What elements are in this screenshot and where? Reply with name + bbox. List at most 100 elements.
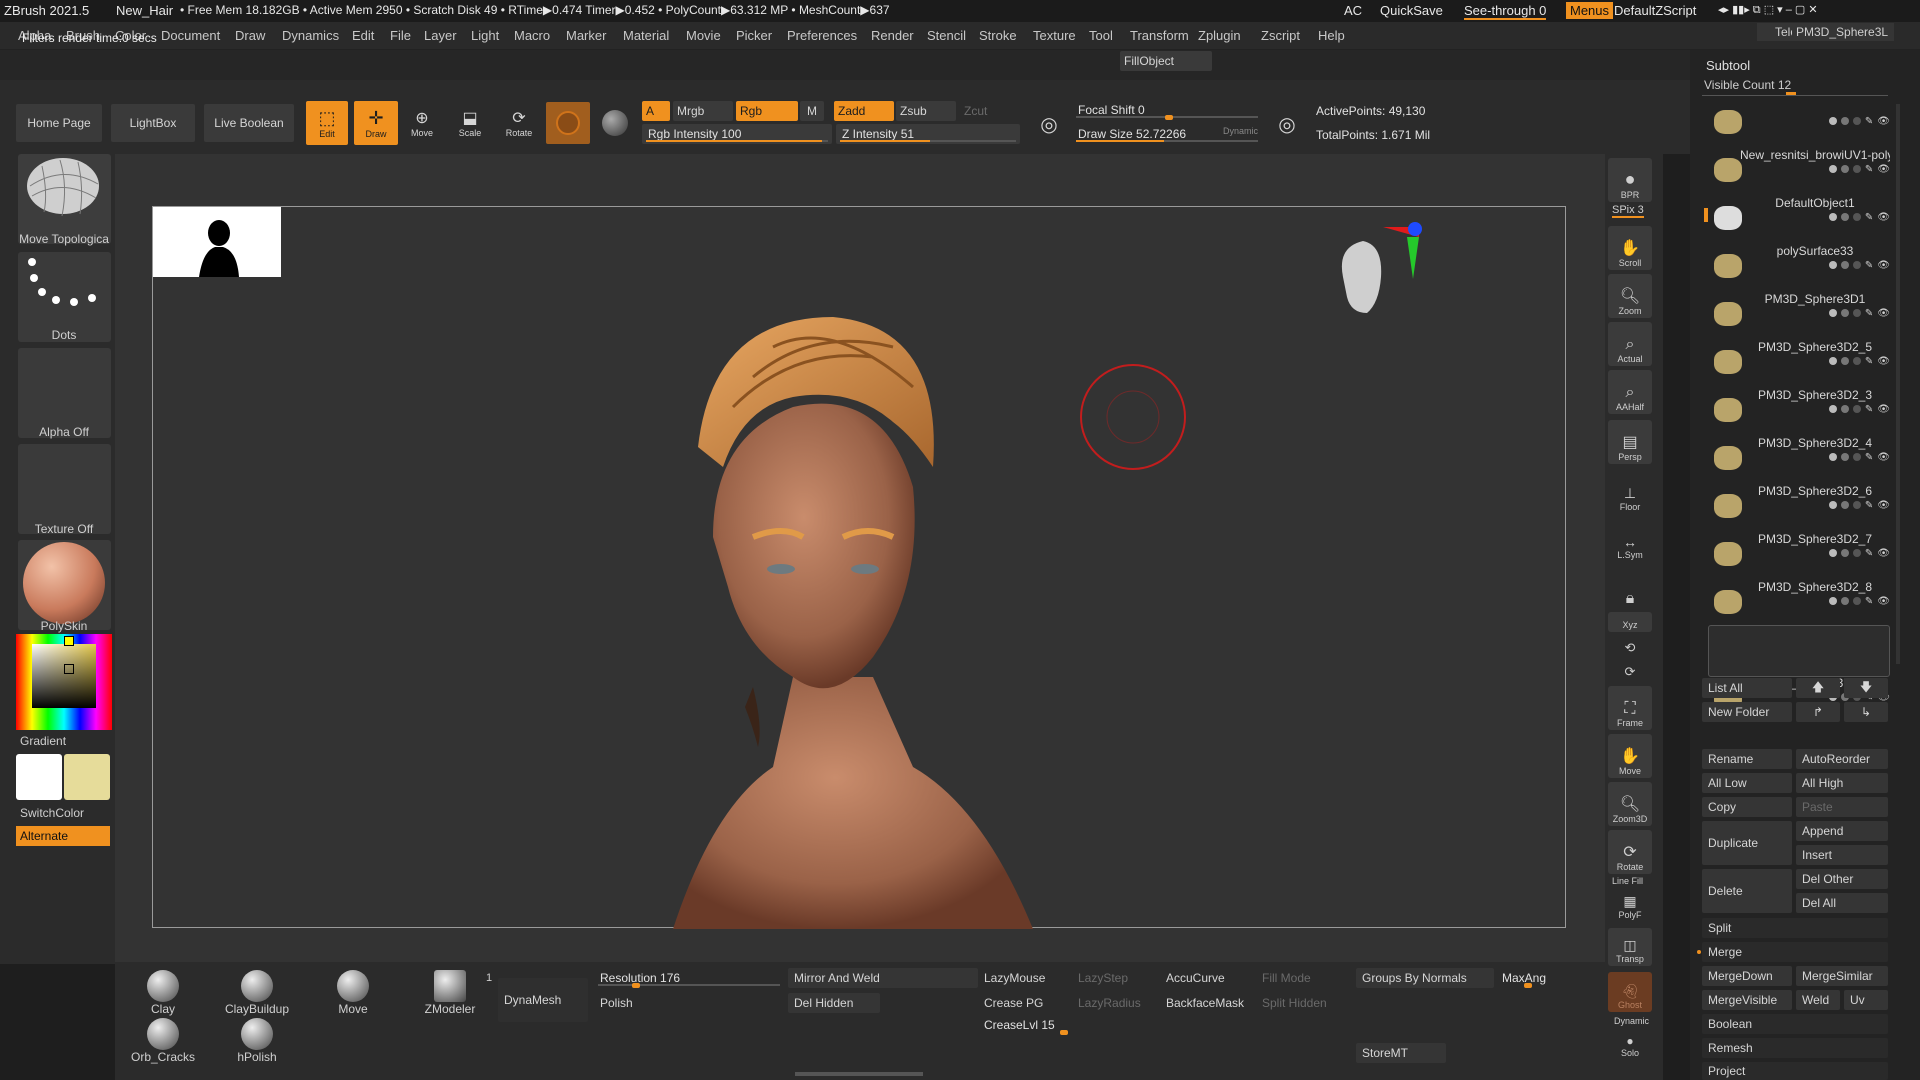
subtool-controls[interactable]: ✎ 👁︎: [1766, 500, 1890, 511]
subtool-scrollbar[interactable]: [1896, 104, 1900, 664]
menu-dynamics[interactable]: Dynamics: [282, 28, 339, 43]
accucurve-button[interactable]: AccuCurve: [1160, 968, 1252, 988]
transp-button[interactable]: ◫ Transp: [1608, 928, 1652, 966]
toggle-dot-icon[interactable]: [1828, 261, 1837, 269]
subtool-row[interactable]: PM3D_Sphere3D2_6 ✎ 👁︎: [1708, 484, 1890, 534]
zsub-button[interactable]: Zsub: [896, 101, 956, 121]
polish-button[interactable]: Polish: [594, 993, 690, 1013]
claybuildup-brush[interactable]: ClayBuildup: [222, 968, 292, 1016]
weld-button[interactable]: Weld: [1796, 990, 1840, 1010]
scale-mode-button[interactable]: ⬓ Scale: [452, 101, 488, 145]
orb-cracks-brush[interactable]: Orb_Cracks: [128, 1016, 198, 1064]
append-button[interactable]: Append: [1796, 821, 1888, 841]
toggle-dot-icon[interactable]: [1852, 453, 1861, 461]
ghost-button[interactable]: 👻︎ Ghost: [1608, 972, 1652, 1012]
merge-similar-button[interactable]: MergeSimilar: [1796, 966, 1888, 986]
toggle-dot-icon[interactable]: [1840, 117, 1849, 125]
toggle-dot-icon[interactable]: [1852, 213, 1861, 221]
brush-icon[interactable]: ✎: [1865, 308, 1873, 319]
remesh-section[interactable]: Remesh: [1702, 1038, 1888, 1058]
menu-zplugin[interactable]: Zplugin: [1198, 28, 1241, 43]
menu-file[interactable]: File: [390, 28, 411, 43]
rgb-intensity-slider[interactable]: Rgb Intensity 100: [642, 124, 832, 144]
lazymouse-button[interactable]: LazyMouse: [978, 968, 1070, 988]
toggle-dot-icon[interactable]: [1840, 357, 1849, 365]
alpha-a-button[interactable]: A: [642, 101, 670, 121]
menus-toggle[interactable]: Menus: [1566, 2, 1614, 19]
toggle-dot-icon[interactable]: [1852, 261, 1861, 269]
lsym-button[interactable]: ↔ L.Sym: [1608, 518, 1652, 562]
new-folder-button[interactable]: New Folder: [1702, 702, 1792, 722]
rotate-mode-button[interactable]: ⟳ Rotate: [501, 101, 537, 145]
bottom-tray-handle[interactable]: [795, 1072, 923, 1076]
zcut-button[interactable]: Zcut: [960, 101, 1020, 121]
brush-icon[interactable]: ✎: [1865, 212, 1873, 223]
list-all-button[interactable]: List All: [1702, 678, 1792, 698]
draw-size-dynamic-icon[interactable]: ◎: [1270, 104, 1304, 144]
toggle-dot-icon[interactable]: [1852, 501, 1861, 509]
resolution-slider[interactable]: Resolution 176: [594, 968, 784, 988]
polyf-button[interactable]: ▦ PolyF: [1608, 884, 1652, 922]
default-zscript-button[interactable]: DefaultZScript: [1614, 3, 1696, 18]
fill-mode-button[interactable]: Fill Mode: [1256, 968, 1348, 988]
fill-object-button[interactable]: FillObject: [1120, 51, 1212, 71]
folder-out-button[interactable]: ↳: [1844, 702, 1888, 722]
eye-icon[interactable]: 👁︎: [1877, 404, 1890, 415]
rotate-view-button[interactable]: ⟳ Rotate: [1608, 830, 1652, 874]
rename-button[interactable]: Rename: [1702, 749, 1792, 769]
toggle-dot-icon[interactable]: [1840, 549, 1849, 557]
home-page-button[interactable]: Home Page: [16, 104, 102, 142]
mrgb-button[interactable]: Mrgb: [673, 101, 733, 121]
rgb-button[interactable]: Rgb: [736, 101, 798, 121]
toggle-dot-icon[interactable]: [1828, 597, 1837, 605]
crease-pg-button[interactable]: Crease PG: [978, 993, 1070, 1013]
subtool-controls[interactable]: ✎ 👁︎: [1766, 356, 1890, 367]
toggle-dot-icon[interactable]: [1852, 117, 1861, 125]
eye-icon[interactable]: 👁︎: [1877, 308, 1890, 319]
hpolish-brush[interactable]: hPolish: [222, 1016, 292, 1064]
brush-icon[interactable]: ✎: [1865, 356, 1873, 367]
toggle-dot-icon[interactable]: [1852, 165, 1861, 173]
subtool-controls[interactable]: ✎ 👁︎: [1766, 596, 1890, 607]
brush-icon[interactable]: ✎: [1865, 596, 1873, 607]
project-section[interactable]: Project: [1702, 1062, 1888, 1080]
eye-icon[interactable]: 👁︎: [1877, 548, 1890, 559]
draw-size-slider[interactable]: Draw Size 52.72266 Dynamic: [1072, 124, 1262, 144]
scroll-button[interactable]: ✋ Scroll: [1608, 226, 1652, 270]
focal-shift-icon[interactable]: ◎: [1032, 104, 1066, 144]
texture-thumbnail[interactable]: [18, 444, 111, 534]
eye-icon[interactable]: 👁︎: [1877, 164, 1890, 175]
subtool-controls[interactable]: ✎ 👁︎: [1766, 404, 1890, 415]
m-button[interactable]: M: [800, 101, 824, 121]
ac-button[interactable]: AC: [1344, 3, 1362, 18]
toggle-dot-icon[interactable]: [1852, 597, 1861, 605]
menu-help[interactable]: Help: [1318, 28, 1345, 43]
merge-down-button[interactable]: MergeDown: [1702, 966, 1792, 986]
subtool-controls[interactable]: ✎ 👁︎: [1766, 452, 1890, 463]
del-all-button[interactable]: Del All: [1796, 893, 1888, 913]
document-viewport[interactable]: [152, 206, 1566, 929]
autoreorder-button[interactable]: AutoReorder: [1796, 749, 1888, 769]
move-view-button[interactable]: ✋ Move: [1608, 734, 1652, 778]
merge-visible-button[interactable]: MergeVisible: [1702, 990, 1792, 1010]
zoom3d-button[interactable]: 🔍︎ Zoom3D: [1608, 782, 1652, 826]
tool-tab-sphere[interactable]: PM3D_Sphere3L: [1792, 23, 1894, 41]
move-brush[interactable]: Move: [318, 968, 388, 1016]
draw-mode-button[interactable]: ✛ Draw: [354, 101, 398, 145]
del-hidden-button[interactable]: Del Hidden: [788, 993, 880, 1013]
eye-icon[interactable]: 👁︎: [1877, 500, 1890, 511]
actual-button[interactable]: ⌕ Actual: [1608, 322, 1652, 366]
menu-movie[interactable]: Movie: [686, 28, 721, 43]
toggle-dot-icon[interactable]: [1840, 261, 1849, 269]
copy-button[interactable]: Copy: [1702, 797, 1792, 817]
split-section[interactable]: Split: [1702, 918, 1888, 938]
edit-mode-button[interactable]: ⬚ Edit: [306, 101, 348, 145]
subtool-controls[interactable]: ✎ 👁︎: [1766, 548, 1890, 559]
subtool-row[interactable]: PM3D_Sphere3D2_8 ✎ 👁︎: [1708, 580, 1890, 630]
menu-material[interactable]: Material: [623, 28, 669, 43]
menu-macro[interactable]: Macro: [514, 28, 550, 43]
frame-button[interactable]: ⛶ Frame: [1608, 686, 1652, 730]
eye-icon[interactable]: 👁︎: [1877, 596, 1890, 607]
menu-tool[interactable]: Tool: [1089, 28, 1113, 43]
xyz-button[interactable]: Xyz: [1608, 612, 1652, 632]
